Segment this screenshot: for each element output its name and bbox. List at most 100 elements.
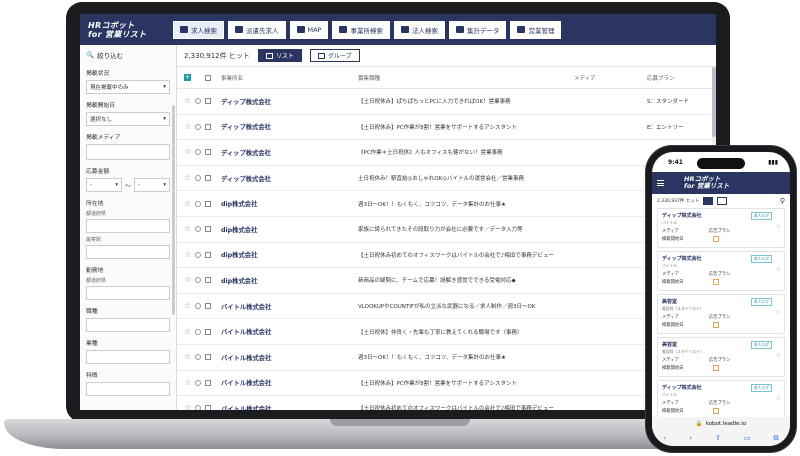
table-row[interactable]: ☆ ディップ株式会社 土日祝休み！駅直結◎おしゃれOK◎バイトルの運営会社／営業事務: [177, 166, 716, 192]
bookmarks-icon[interactable]: ▭: [744, 434, 751, 442]
phone-card[interactable]: ディップ株式会社 バイトル メディア 広告プラン 掲載開始日 求人ログ ☆: [657, 380, 785, 420]
star-icon[interactable]: ☆: [184, 199, 191, 208]
star-icon[interactable]: ☆: [776, 352, 781, 359]
star-icon[interactable]: ☆: [184, 97, 191, 105]
phone-list-button[interactable]: [703, 197, 714, 205]
row-checkbox[interactable]: [205, 328, 212, 335]
check-circle-icon[interactable]: [195, 123, 202, 130]
work-input[interactable]: [86, 286, 170, 300]
row-checkbox[interactable]: [205, 379, 212, 386]
table-row[interactable]: ☆ バイトル株式会社 週3日〜OK！！もくもく、コツコツ、データ集計のお仕事★: [177, 345, 716, 371]
company-name-link[interactable]: ディップ株式会社: [221, 148, 271, 157]
star-icon[interactable]: ☆: [184, 122, 191, 131]
col-header-media[interactable]: メディア: [574, 74, 596, 82]
prefecture-input[interactable]: [86, 219, 170, 233]
company-name-link[interactable]: dip株式会社: [221, 199, 257, 208]
share-icon[interactable]: ⇪: [715, 434, 721, 442]
group-view-button[interactable]: グループ: [309, 49, 360, 62]
tab-office-search[interactable]: 事業所検索: [332, 20, 390, 39]
company-name-link[interactable]: dip株式会社: [221, 250, 257, 259]
col-header-company[interactable]: 事業所名: [221, 74, 243, 82]
feature-input[interactable]: [86, 382, 170, 396]
forward-icon[interactable]: ›: [689, 434, 692, 442]
add-all-icon[interactable]: +: [184, 74, 191, 81]
check-circle-icon[interactable]: [195, 328, 202, 335]
company-name-link[interactable]: バイトル株式会社: [221, 404, 271, 410]
media-input[interactable]: [86, 144, 170, 160]
tabs-icon[interactable]: ⧉: [773, 434, 778, 443]
company-name-link[interactable]: dip株式会社: [221, 225, 257, 234]
check-circle-icon[interactable]: [195, 175, 202, 182]
phone-url-bar[interactable]: 🔒 kobot.leadle.io: [652, 417, 790, 430]
check-circle-icon[interactable]: [195, 405, 202, 410]
col-header-job[interactable]: 募集職種: [358, 74, 380, 82]
table-row[interactable]: ☆ ディップ株式会社 【土日祝休み】PC作業が8割！営業をサポートするアシスタント E…: [177, 115, 716, 141]
star-icon[interactable]: ☆: [184, 327, 191, 336]
tab-sales-management[interactable]: 営業管理: [510, 20, 562, 39]
star-icon[interactable]: ☆: [184, 250, 191, 259]
star-icon[interactable]: ☆: [184, 225, 191, 233]
phone-card[interactable]: ディップ株式会社 バイトル メディア 広告プラン 掲載開始日 求人ログ ☆: [657, 208, 785, 248]
salary-to-select[interactable]: - ▾: [134, 178, 171, 192]
card-badge[interactable]: 求人ログ: [750, 384, 772, 392]
check-circle-icon[interactable]: [195, 379, 202, 386]
company-name-link[interactable]: dip株式会社: [221, 276, 257, 285]
table-row[interactable]: ☆ dip株式会社 新商品の疑問に、チームで応募！謎解き感覚でできる受電対応◆: [177, 268, 716, 294]
phone-card[interactable]: 美容室 美容師（スタイリスト） メディア 広告プラン 掲載開始日 求人ログ ☆: [657, 294, 785, 334]
tab-map[interactable]: MAP: [289, 20, 329, 39]
star-icon[interactable]: ☆: [184, 148, 191, 156]
star-icon[interactable]: ☆: [776, 266, 781, 273]
star-icon[interactable]: ☆: [184, 353, 191, 361]
tab-corporate-search[interactable]: 法人検索: [393, 20, 445, 39]
back-icon[interactable]: ‹: [663, 434, 666, 442]
row-checkbox[interactable]: [205, 303, 212, 310]
menu-icon[interactable]: [657, 180, 664, 186]
check-circle-icon[interactable]: [195, 277, 202, 284]
row-checkbox[interactable]: [205, 354, 212, 361]
table-row[interactable]: ☆ バイトル株式会社 【土日祝休】仲良く・先輩も丁寧に教えてくれる職場です（事務）: [177, 319, 716, 345]
col-header-plan[interactable]: 応募プラン: [647, 74, 675, 82]
row-checkbox[interactable]: [205, 405, 212, 410]
row-checkbox[interactable]: [205, 200, 212, 207]
table-row[interactable]: ☆ dip株式会社 家族に誇られてきたその段取り力が会社に必要です／データ入力等: [177, 217, 716, 243]
check-circle-icon[interactable]: [195, 251, 202, 258]
card-badge[interactable]: 求人ログ: [750, 341, 772, 349]
table-row[interactable]: ☆ ディップ株式会社 《PC作業＊土日祝休》人もオフィスも健がない！営業事務: [177, 140, 716, 166]
company-name-link[interactable]: ディップ株式会社: [221, 97, 271, 106]
check-circle-icon[interactable]: [195, 98, 202, 105]
star-icon[interactable]: ☆: [776, 223, 781, 230]
check-circle-icon[interactable]: [195, 354, 202, 361]
app-logo[interactable]: HRコボット for 営業リスト: [88, 21, 170, 39]
row-checkbox[interactable]: [205, 149, 212, 156]
card-badge[interactable]: 求人ログ: [750, 255, 772, 263]
tab-stats[interactable]: 集計データ: [448, 20, 507, 39]
tab-job-search[interactable]: 求人検索: [173, 20, 224, 39]
table-row[interactable]: ☆ dip株式会社 週3日〜OK！！もくもく、コツコツ、データ集計のお仕事★: [177, 191, 716, 217]
phone-card[interactable]: 美容室 美容師（スタイリスト） メディア 広告プラン 掲載開始日 求人ログ ☆: [657, 337, 785, 377]
check-circle-icon[interactable]: [195, 149, 202, 156]
row-checkbox[interactable]: [205, 251, 212, 258]
card-badge[interactable]: 求人ログ: [750, 298, 772, 306]
row-checkbox[interactable]: [205, 226, 212, 233]
check-circle-icon[interactable]: [195, 200, 202, 207]
company-name-link[interactable]: バイトル株式会社: [221, 378, 271, 387]
table-row[interactable]: ☆ バイトル株式会社 VLOOKUPやCOUNTIFが私の立派な武器になる／求人制作…: [177, 294, 716, 320]
date-select[interactable]: 選択なし ▾: [86, 112, 170, 126]
list-view-button[interactable]: リスト: [257, 49, 302, 62]
check-circle-icon[interactable]: [195, 303, 202, 310]
station-input[interactable]: [86, 245, 170, 259]
star-icon[interactable]: ☆: [184, 404, 191, 410]
company-name-link[interactable]: バイトル株式会社: [221, 302, 271, 311]
table-row[interactable]: ☆ dip株式会社 【土日祝休み初めてのオフィスワークはバイトルの会社で♪梅田で事務…: [177, 243, 716, 269]
star-icon[interactable]: ☆: [776, 309, 781, 316]
table-row[interactable]: ☆ バイトル株式会社 【土日祝休み】PC作業が8割！営業をサポートするアシスタント: [177, 371, 716, 397]
row-checkbox[interactable]: [205, 175, 212, 182]
phone-logo[interactable]: HRコボット for 営業リスト: [684, 176, 729, 190]
company-name-link[interactable]: バイトル株式会社: [221, 353, 271, 362]
filter-icon[interactable]: ⚲: [780, 197, 785, 205]
row-checkbox[interactable]: [205, 277, 212, 284]
company-name-link[interactable]: ディップ株式会社: [221, 122, 271, 131]
star-icon[interactable]: ☆: [776, 395, 781, 402]
company-name-link[interactable]: バイトル株式会社: [221, 327, 271, 336]
scrollbar-thumb[interactable]: [712, 67, 716, 137]
